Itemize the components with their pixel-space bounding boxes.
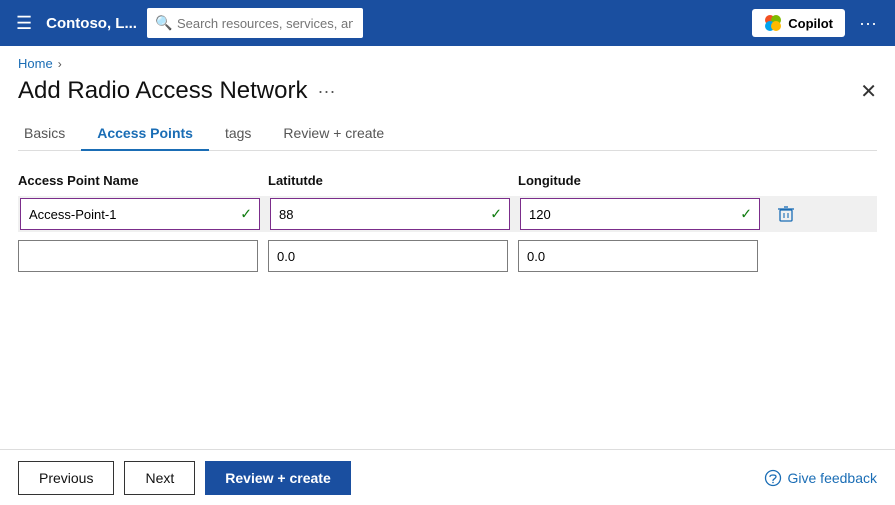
lon-cell-1: ✓ (520, 198, 760, 230)
lon-valid-icon-1: ✓ (740, 206, 752, 223)
lon-cell-2 (518, 240, 758, 272)
lat-cell-2 (268, 240, 508, 272)
access-point-name-input-2[interactable] (18, 240, 258, 272)
breadcrumb: Home › (0, 46, 895, 77)
topbar-right: Copilot ··· (752, 9, 883, 38)
table-headers: Access Point Name Latitutde Longitude (18, 173, 877, 188)
breadcrumb-separator: › (58, 57, 62, 71)
tab-access-points[interactable]: Access Points (81, 117, 209, 151)
tab-tags[interactable]: tags (209, 117, 267, 151)
copilot-label: Copilot (788, 16, 833, 31)
page-header: Add Radio Access Network ··· ✕ (0, 77, 895, 117)
col-header-lon: Longitude (518, 173, 758, 188)
lat-valid-icon-1: ✓ (490, 206, 502, 223)
feedback-icon (764, 469, 782, 487)
copilot-button[interactable]: Copilot (752, 9, 845, 37)
breadcrumb-home[interactable]: Home (18, 56, 53, 71)
give-feedback-link[interactable]: Give feedback (764, 469, 878, 487)
search-icon: 🔍 (155, 15, 172, 32)
col-header-lat: Latitutde (268, 173, 508, 188)
hamburger-icon[interactable]: ☰ (12, 9, 36, 38)
page-more-icon[interactable]: ··· (317, 81, 335, 102)
latitude-input-2[interactable] (268, 240, 508, 272)
access-point-name-input-1[interactable] (20, 198, 260, 230)
table-row: ✓ ✓ ✓ (18, 196, 877, 232)
name-cell-1: ✓ (20, 198, 260, 230)
topbar-title: Contoso, L... (46, 15, 137, 32)
topbar: ☰ Contoso, L... 🔍 Copilot ··· (0, 0, 895, 46)
longitude-input-2[interactable] (518, 240, 758, 272)
previous-button[interactable]: Previous (18, 461, 114, 495)
page-title-wrap: Add Radio Access Network ··· (18, 77, 335, 105)
tab-review-create[interactable]: Review + create (267, 117, 400, 151)
delete-row-1-button[interactable] (770, 198, 802, 230)
close-button[interactable]: ✕ (860, 79, 877, 104)
page-title: Add Radio Access Network (18, 77, 307, 105)
footer: Previous Next Review + create Give feedb… (0, 449, 895, 505)
name-cell-2 (18, 240, 258, 272)
search-wrap: 🔍 (147, 8, 567, 38)
next-button[interactable]: Next (124, 461, 195, 495)
name-valid-icon-1: ✓ (240, 206, 252, 223)
search-input[interactable] (147, 8, 363, 38)
tabs: Basics Access Points tags Review + creat… (18, 117, 877, 151)
table-row (18, 240, 877, 272)
col-header-name: Access Point Name (18, 173, 258, 188)
tab-basics[interactable]: Basics (18, 117, 81, 151)
lat-cell-1: ✓ (270, 198, 510, 230)
review-create-button[interactable]: Review + create (205, 461, 350, 495)
feedback-label: Give feedback (788, 470, 878, 486)
copilot-logo-icon (764, 14, 782, 32)
content-area: Access Point Name Latitutde Longitude ✓ … (0, 151, 895, 272)
topbar-more-icon[interactable]: ··· (853, 9, 883, 38)
longitude-input-1[interactable] (520, 198, 760, 230)
delete-icon (777, 205, 795, 223)
latitude-input-1[interactable] (270, 198, 510, 230)
